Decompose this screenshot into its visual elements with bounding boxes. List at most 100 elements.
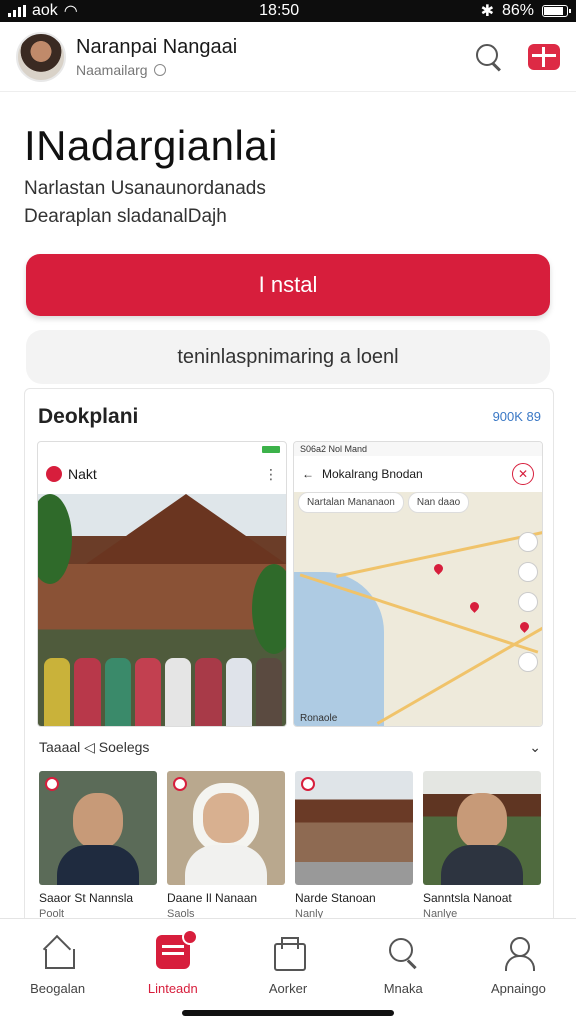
thumbnail-image (295, 771, 413, 885)
badge-icon (45, 777, 59, 791)
people-group (44, 644, 282, 726)
header-subtitle-text: Naamailarg (76, 61, 148, 78)
status-bar: aok ◠ 18:50 ✱ 86% (0, 0, 576, 22)
screenshot-right[interactable]: S06a2 Nol Mand ← Mokalrang Bnodan ✕ Rona… (293, 441, 543, 727)
header-actions (474, 42, 560, 72)
face-shape (193, 783, 259, 853)
header-text: Naranpai Nangaai Naamailarg (76, 36, 237, 78)
thumbnail-title: Sanntsla Nanoat (423, 891, 512, 905)
roof-shape (86, 494, 286, 564)
section-label: Taaaal ◁ Soelegs (39, 739, 150, 755)
signal-icon (8, 5, 26, 17)
nav-label: Mnaka (383, 981, 423, 996)
search-icon (386, 935, 420, 969)
home-icon (41, 935, 75, 969)
palm-tree-shape (38, 494, 72, 584)
body-shape (441, 845, 523, 885)
thumbnail-image (39, 771, 157, 885)
chevron-down-icon[interactable]: ⌄ (529, 739, 541, 756)
nav-label: Aorker (268, 981, 308, 996)
header-title: Naranpai Nangaai (76, 35, 238, 58)
notification-badge (181, 929, 198, 945)
nav-item-apps[interactable]: Linteadn (115, 919, 230, 1024)
home-indicator[interactable] (182, 1010, 394, 1016)
nav-label: Beogalan (30, 981, 86, 996)
person-figure (134, 658, 161, 726)
person-figure (44, 658, 71, 726)
app-description-line1: Narlastan Usanaunordanads (24, 178, 266, 199)
person-figure (225, 658, 252, 726)
house-photo (38, 494, 286, 726)
screenshot-left[interactable]: Nakt ⋮ (37, 441, 287, 727)
thumbnail-image (167, 771, 285, 885)
app-description-line2: Dearaplan sladanalDajh (24, 206, 227, 227)
nav-item-home[interactable]: Beogalan (0, 919, 115, 1024)
map-control-icon[interactable] (518, 592, 538, 612)
bottom-nav: Beogalan Linteadn Aorker Mnaka Apnaingo (0, 918, 576, 1024)
thumbnail-title: Narde Stanoan (295, 891, 376, 905)
person-figure (195, 658, 222, 726)
nav-item-account[interactable]: Apnaingo (461, 919, 576, 1024)
map-control-icon[interactable] (518, 652, 538, 672)
map-status-bar: S06a2 Nol Mand (294, 442, 542, 456)
install-button[interactable]: I nstal (26, 254, 550, 316)
map-chip-row: Nartalan Mananaon Nan daao (298, 492, 470, 513)
bluetooth-icon: ✱ (480, 3, 494, 20)
nav-item-box[interactable]: Aorker (230, 919, 345, 1024)
map-pin-icon[interactable] (432, 562, 445, 575)
close-icon[interactable]: ✕ (512, 463, 534, 485)
battery-percent: 86% (501, 2, 534, 19)
map-bar-title: Mokalrang Bnodan (322, 467, 423, 481)
box-icon (271, 935, 306, 971)
store-icon[interactable] (528, 43, 560, 70)
preview-card: Deokplani 900K 89 Nakt ⋮ S06a2 Nol Mand … (24, 388, 554, 928)
nav-label: Linteadn (147, 981, 198, 996)
thumbnail-title: Saaor St Nannsla (39, 891, 134, 905)
mini-header: Nakt ⋮ (38, 456, 286, 492)
secondary-button[interactable]: teninlaspnimaring a loenl (26, 330, 550, 384)
thumbnail-row: Saaor St Nannsla Poolt Daane Il Nanaan S… (39, 771, 541, 920)
map-chip[interactable]: Nan daao (407, 492, 470, 513)
map-control-icon[interactable] (518, 562, 538, 582)
map-top-bar: ← Mokalrang Bnodan ✕ (294, 456, 542, 492)
more-icon: ⋮ (264, 465, 278, 482)
person-figure (165, 658, 192, 726)
section-row: Taaaal ◁ Soelegs ⌄ (39, 739, 541, 756)
badge-icon (301, 777, 315, 791)
tree-shape (252, 564, 286, 654)
app-header: Naranpai Nangaai Naamailarg (0, 22, 576, 92)
back-arrow-icon[interactable]: ← (302, 467, 314, 481)
search-icon[interactable] (474, 42, 504, 72)
face-shape (73, 793, 123, 849)
wifi-icon: ◠ (63, 3, 78, 20)
user-icon (501, 935, 536, 971)
thumbnail-card[interactable]: Daane Il Nanaan Saols (167, 771, 285, 920)
thumbnail-card[interactable]: Sanntsla Nanoat Nanlye (423, 771, 541, 920)
map-area[interactable]: Ronaole (294, 492, 542, 726)
thumbnail-title: Daane Il Nanaan (167, 891, 258, 905)
map-control-icon[interactable] (518, 532, 538, 552)
body-shape (57, 845, 139, 885)
map-chip[interactable]: Nartalan Mananaon (298, 492, 404, 513)
road-line (376, 622, 542, 725)
face-shape (457, 793, 507, 849)
battery-fill (544, 7, 563, 15)
status-time: 18:50 (259, 2, 300, 19)
map-credit: Ronaole (300, 713, 338, 724)
app-title: INadargianlai (24, 122, 278, 169)
status-right: ✱ 86% (480, 1, 571, 21)
thumbnail-card[interactable]: Narde Stanoan Nanly (295, 771, 413, 920)
preview-meta[interactable]: 900K 89 (493, 409, 541, 424)
person-figure (255, 658, 282, 726)
map-pin-icon[interactable] (468, 600, 481, 613)
nav-item-search[interactable]: Mnaka (346, 919, 461, 1024)
person-figure (104, 658, 131, 726)
mini-status-bar (38, 442, 286, 456)
battery-icon (542, 5, 571, 17)
thumbnail-card[interactable]: Saaor St Nannsla Poolt (39, 771, 157, 920)
header-subtitle: Naamailarg (76, 62, 237, 78)
app-logo-icon (46, 466, 62, 482)
carrier-label: aok (32, 2, 58, 19)
map-pin-icon[interactable] (518, 620, 531, 633)
avatar[interactable] (16, 31, 66, 82)
